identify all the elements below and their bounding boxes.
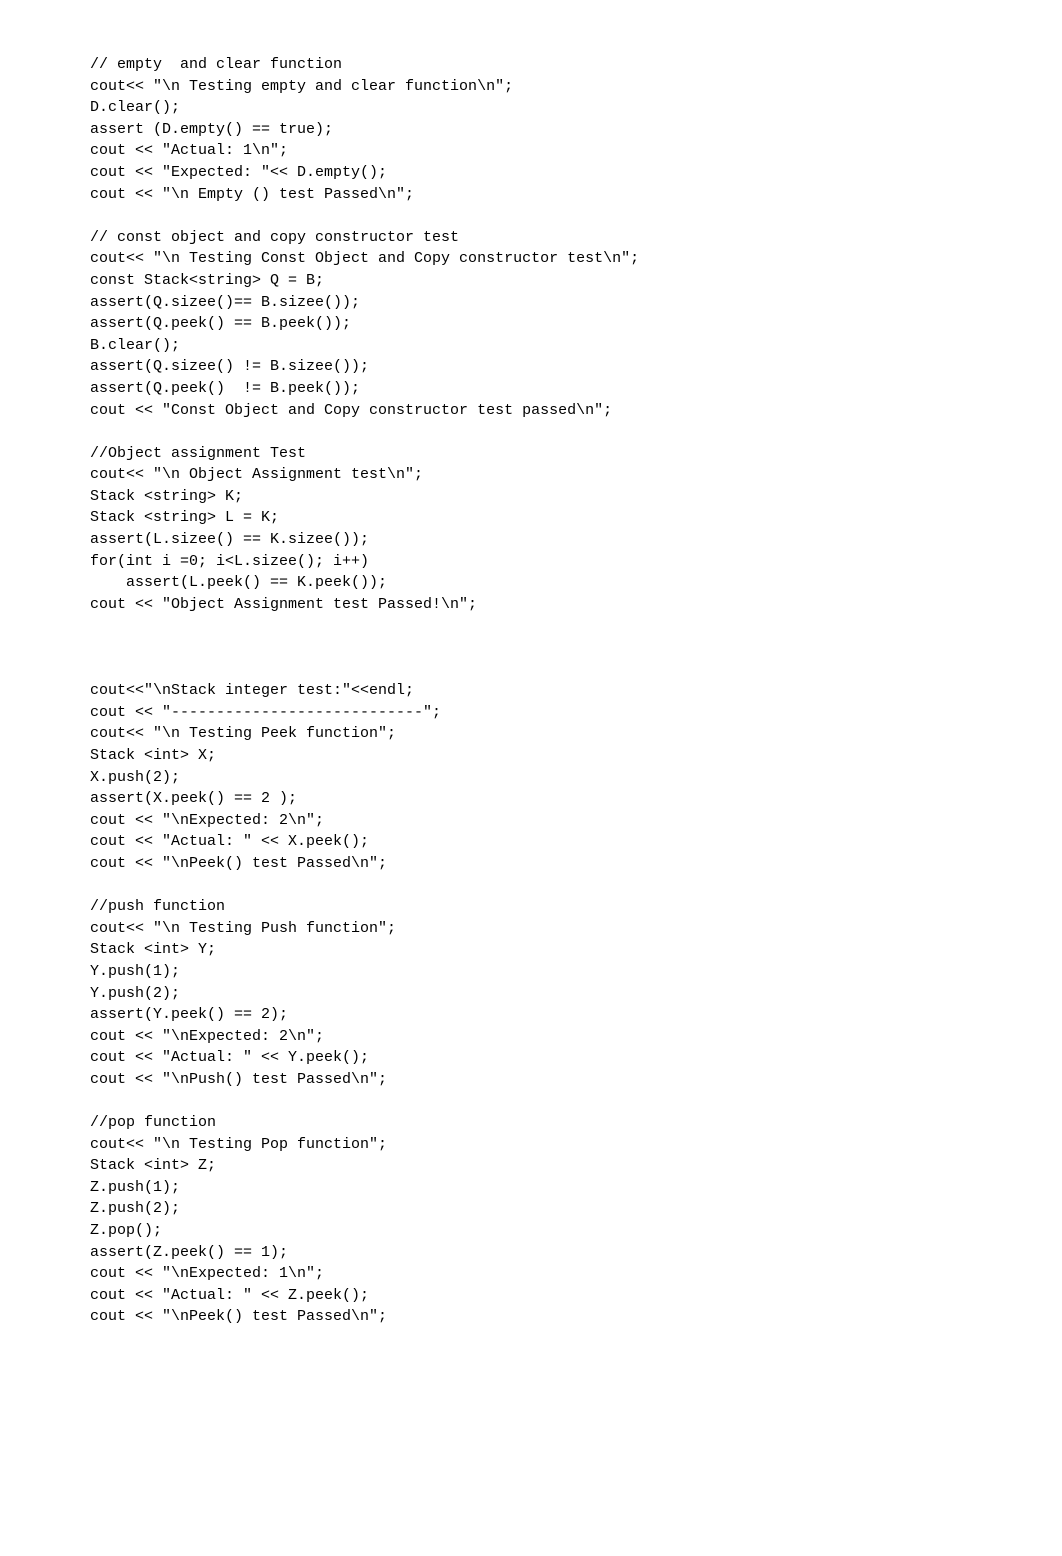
code-block: // empty and clear function cout<< "\n T… bbox=[90, 54, 992, 1328]
